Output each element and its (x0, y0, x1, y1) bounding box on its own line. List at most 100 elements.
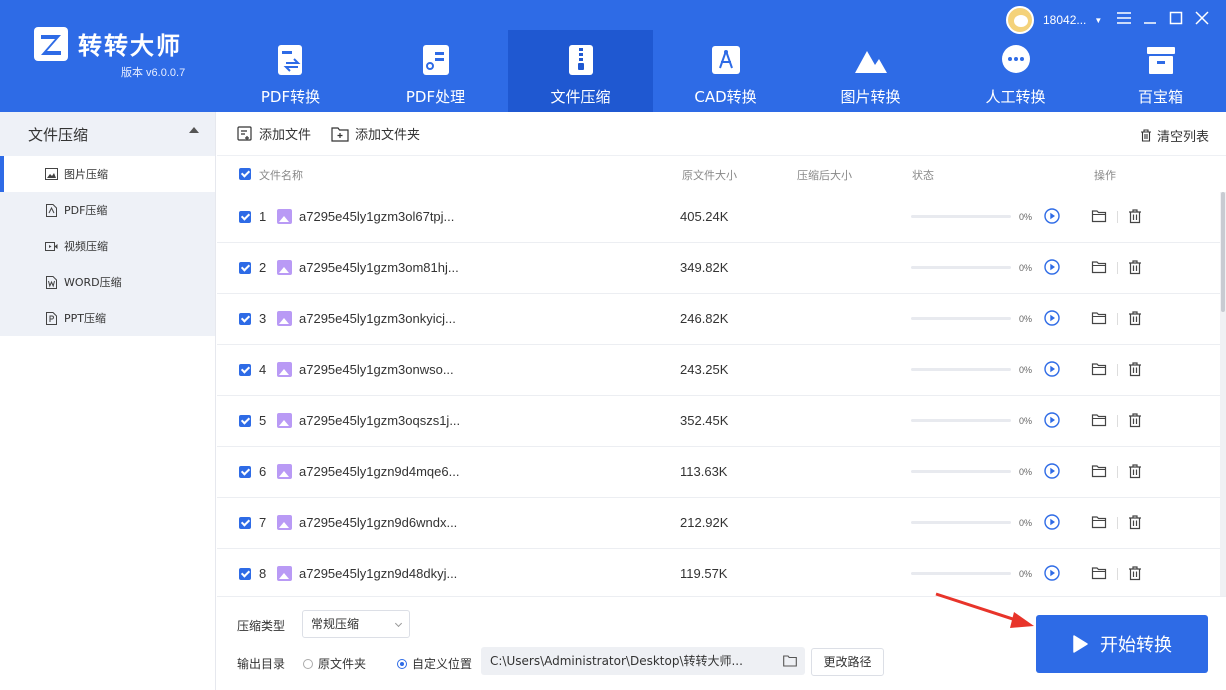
file-name: a7295e45ly1gzn9d48dkyj... (299, 566, 458, 581)
play-circle-icon[interactable] (1044, 412, 1060, 428)
open-folder-icon[interactable] (1091, 463, 1107, 479)
table-row[interactable]: 1 a7295e45ly1gzm3ol67tpj... 405.24K 0% (217, 192, 1222, 243)
action-divider (1117, 211, 1118, 223)
scrollbar-thumb[interactable] (1221, 192, 1225, 312)
nav-file-compress[interactable]: 文件压缩 (508, 30, 653, 112)
nav-pdf-convert[interactable]: PDF转换 (218, 30, 363, 112)
sidebar-item-ppt-compress[interactable]: PPT压缩 (0, 300, 215, 336)
maximize-icon[interactable] (1168, 10, 1184, 26)
play-circle-icon[interactable] (1044, 361, 1060, 377)
row-checkbox[interactable] (239, 517, 251, 529)
play-circle-icon[interactable] (1044, 310, 1060, 326)
trash-icon[interactable] (1128, 463, 1142, 479)
progress-bar (911, 266, 1011, 269)
table-row[interactable]: 4 a7295e45ly1gzm3onwso... 243.25K 0% (217, 345, 1222, 396)
progress-bar (911, 521, 1011, 524)
table-row[interactable]: 8 a7295e45ly1gzn9d48dkyj... 119.57K 0% (217, 549, 1222, 596)
trash-icon[interactable] (1128, 412, 1142, 428)
sidebar-item-pdf-compress[interactable]: PDF压缩 (0, 192, 215, 228)
select-all-checkbox[interactable] (239, 168, 251, 180)
play-circle-icon[interactable] (1044, 514, 1060, 530)
sidebar-header[interactable]: 文件压缩 (0, 112, 215, 156)
pdf-icon (44, 203, 58, 217)
output-path-field[interactable]: C:\Users\Administrator\Desktop\转转大师... (481, 647, 805, 675)
nav-cad[interactable]: CAD转换 (653, 30, 798, 112)
folder-icon[interactable] (783, 654, 797, 668)
nav-toolbox[interactable]: 百宝箱 (1088, 30, 1226, 112)
table-row[interactable]: 7 a7295e45ly1gzn9d6wndx... 212.92K 0% (217, 498, 1222, 549)
row-checkbox[interactable] (239, 262, 251, 274)
table-row[interactable]: 5 a7295e45ly1gzm3oqszs1j... 352.45K 0% (217, 396, 1222, 447)
open-folder-icon[interactable] (1091, 259, 1107, 275)
play-circle-icon[interactable] (1044, 208, 1060, 224)
open-folder-icon[interactable] (1091, 514, 1107, 530)
minimize-icon[interactable] (1142, 10, 1158, 26)
sidebar-item-video-compress[interactable]: 视频压缩 (0, 228, 215, 264)
nav-manual-convert[interactable]: 人工转换 (943, 30, 1088, 112)
add-file-button[interactable]: 添加文件 (237, 124, 311, 143)
action-divider (1117, 466, 1118, 478)
trash-icon[interactable] (1128, 361, 1142, 377)
table-header: 文件名称 原文件大小 压缩后大小 状态 操作 (217, 156, 1222, 192)
sidebar-list: 图片压缩 PDF压缩 视频压缩 WORD压缩 PPT压缩 (0, 156, 215, 336)
row-index: 1 (259, 209, 267, 224)
progress-percent: 0% (1019, 314, 1033, 324)
open-folder-icon[interactable] (1091, 565, 1107, 581)
sidebar-item-image-compress[interactable]: 图片压缩 (0, 156, 215, 192)
row-checkbox[interactable] (239, 364, 251, 376)
compress-type-select[interactable]: 常规压缩 (302, 610, 410, 638)
trash-icon[interactable] (1128, 310, 1142, 326)
progress-percent: 0% (1019, 569, 1033, 579)
trash-icon[interactable] (1128, 565, 1142, 581)
radio-custom-label: 自定义位置 (412, 657, 473, 671)
sidebar-item-label: PPT压缩 (64, 312, 106, 325)
menu-icon[interactable] (1116, 10, 1132, 26)
radio-custom-location[interactable]: 自定义位置 (397, 655, 472, 672)
open-folder-icon[interactable] (1091, 208, 1107, 224)
avatar (1006, 6, 1034, 34)
close-icon[interactable] (1194, 10, 1210, 26)
trash-icon[interactable] (1128, 514, 1142, 530)
table-row[interactable]: 3 a7295e45ly1gzm3onkyicj... 246.82K 0% (217, 294, 1222, 345)
row-checkbox[interactable] (239, 466, 251, 478)
row-checkbox[interactable] (239, 211, 251, 223)
row-checkbox[interactable] (239, 415, 251, 427)
nav-pdf-process[interactable]: PDF处理 (363, 30, 508, 112)
add-folder-button[interactable]: 添加文件夹 (331, 124, 420, 143)
nav-label: PDF转换 (260, 88, 321, 106)
trash-icon[interactable] (1128, 259, 1142, 275)
open-folder-icon[interactable] (1091, 310, 1107, 326)
file-name: a7295e45ly1gzn9d4mqe6... (299, 464, 460, 479)
clear-list-button[interactable]: 清空列表 (1140, 126, 1209, 145)
add-file-label: 添加文件 (259, 128, 312, 143)
progress-percent: 0% (1019, 212, 1033, 222)
play-circle-icon[interactable] (1044, 565, 1060, 581)
table-row[interactable]: 2 a7295e45ly1gzm3om81hj... 349.82K 0% (217, 243, 1222, 294)
row-index: 8 (259, 566, 267, 581)
radio-original-folder[interactable]: 原文件夹 (303, 655, 366, 672)
chevron-down-icon (394, 619, 403, 628)
radio-dot (397, 658, 407, 669)
change-path-button[interactable]: 更改路径 (811, 648, 884, 676)
file-name: a7295e45ly1gzn9d6wndx... (299, 515, 458, 530)
toolbar: 添加文件 添加文件夹 (217, 112, 1226, 156)
scrollbar[interactable] (1220, 192, 1226, 596)
file-size: 405.24K (680, 209, 729, 224)
trash-icon[interactable] (1128, 208, 1142, 224)
output-dir-label: 输出目录 (237, 657, 286, 671)
row-checkbox[interactable] (239, 313, 251, 325)
row-checkbox[interactable] (239, 568, 251, 580)
play-circle-icon[interactable] (1044, 463, 1060, 479)
user-menu[interactable]: 18042... ▼ (1006, 6, 1102, 34)
clear-list-label: 清空列表 (1156, 130, 1209, 145)
nav-image-convert[interactable]: 图片转换 (798, 30, 943, 112)
play-circle-icon[interactable] (1044, 259, 1060, 275)
pdf-convert-icon (273, 42, 309, 78)
start-convert-button[interactable]: 开始转换 (1036, 615, 1208, 673)
image-file-icon (277, 464, 292, 479)
open-folder-icon[interactable] (1091, 412, 1107, 428)
open-folder-icon[interactable] (1091, 361, 1107, 377)
image-file-icon (277, 209, 292, 224)
sidebar-item-word-compress[interactable]: WORD压缩 (0, 264, 215, 300)
table-row[interactable]: 6 a7295e45ly1gzn9d4mqe6... 113.63K 0% (217, 447, 1222, 498)
